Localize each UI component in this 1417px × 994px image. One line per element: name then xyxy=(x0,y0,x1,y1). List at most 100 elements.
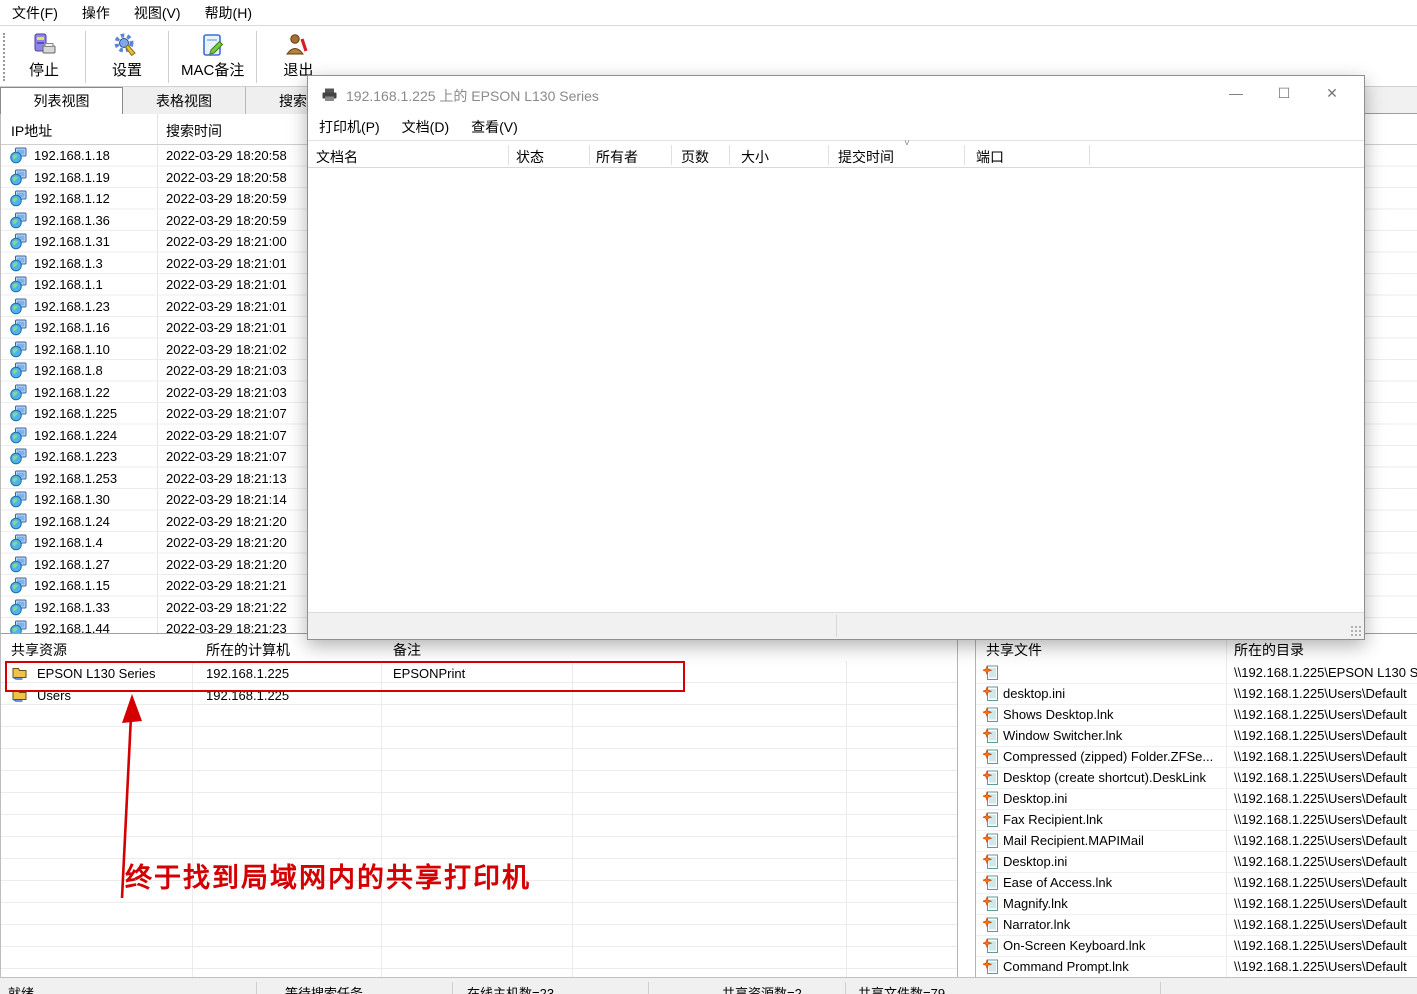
settings-icon xyxy=(113,33,141,59)
file-directory: \\192.168.1.225\Users\Default xyxy=(1234,791,1407,806)
column-header-pages[interactable]: 页数 xyxy=(681,147,709,167)
host-search-time: 2022-03-29 18:21:00 xyxy=(166,234,287,249)
settings-button[interactable]: 设置 xyxy=(90,31,164,82)
computer-icon xyxy=(10,169,27,186)
file-row[interactable]: Fax Recipient.lnk \\192.168.1.225\Users\… xyxy=(976,810,1417,831)
menu-action[interactable]: 操作 xyxy=(70,0,122,26)
host-ip: 192.168.1.23 xyxy=(34,299,110,314)
share-row[interactable]: Users 192.168.1.225 xyxy=(1,684,957,706)
file-name: Compressed (zipped) Folder.ZFSe... xyxy=(1003,749,1213,764)
stop-button[interactable]: 停止 xyxy=(7,31,81,82)
file-directory: \\192.168.1.225\Users\Default xyxy=(1234,770,1407,785)
mac-note-button[interactable]: MAC备注 xyxy=(173,31,252,82)
stop-button-label: 停止 xyxy=(29,59,59,80)
computer-icon xyxy=(10,384,27,401)
minimize-button[interactable]: — xyxy=(1212,78,1260,108)
column-header-file[interactable]: 共享文件 xyxy=(986,640,1042,660)
maximize-button[interactable]: ☐ xyxy=(1260,78,1308,108)
file-row[interactable]: Desktop.ini \\192.168.1.225\Users\Defaul… xyxy=(976,852,1417,873)
column-header-dir[interactable]: 所在的目录 xyxy=(1234,640,1304,660)
host-ip: 192.168.1.224 xyxy=(34,428,117,443)
file-row[interactable]: Desktop.ini \\192.168.1.225\Users\Defaul… xyxy=(976,789,1417,810)
file-directory: \\192.168.1.225\Users\Default xyxy=(1234,917,1407,932)
computer-icon xyxy=(10,427,27,444)
printer-window-statusbar xyxy=(308,612,1364,639)
column-header-note[interactable]: 备注 xyxy=(393,640,421,660)
shares-grid: EPSON L130 Series 192.168.1.225 EPSONPri… xyxy=(1,661,957,978)
shared-file-icon xyxy=(983,707,999,723)
column-header-share[interactable]: 共享资源 xyxy=(11,640,67,660)
host-search-time: 2022-03-29 18:21:03 xyxy=(166,363,287,378)
resize-grip[interactable] xyxy=(1350,625,1362,637)
file-row[interactable]: Narrator.lnk \\192.168.1.225\Users\Defau… xyxy=(976,915,1417,936)
host-ip: 192.168.1.1 xyxy=(34,277,103,292)
file-row[interactable]: Command Prompt.lnk \\192.168.1.225\Users… xyxy=(976,957,1417,978)
column-header-status[interactable]: 状态 xyxy=(516,147,544,167)
file-directory: \\192.168.1.225\Users\Default xyxy=(1234,896,1407,911)
file-directory: \\192.168.1.225\Users\Default xyxy=(1234,938,1407,953)
menu-document[interactable]: 文档(D) xyxy=(391,114,460,140)
toolbar-separator xyxy=(256,31,257,83)
menu-bar: 文件(F) 操作 视图(V) 帮助(H) xyxy=(0,0,1417,26)
column-separator xyxy=(671,145,672,165)
file-row[interactable]: On-Screen Keyboard.lnk \\192.168.1.225\U… xyxy=(976,936,1417,957)
column-header-port[interactable]: 端口 xyxy=(976,147,1004,167)
host-search-time: 2022-03-29 18:21:14 xyxy=(166,492,287,507)
file-name: Narrator.lnk xyxy=(1003,917,1070,932)
menu-view[interactable]: 视图(V) xyxy=(122,0,193,26)
column-separator xyxy=(846,661,847,978)
column-header-ip[interactable]: IP地址 xyxy=(11,121,52,141)
file-row[interactable]: desktop.ini \\192.168.1.225\Users\Defaul… xyxy=(976,684,1417,705)
file-row[interactable]: Compressed (zipped) Folder.ZFSe... \\192… xyxy=(976,747,1417,768)
menu-help[interactable]: 帮助(H) xyxy=(193,0,264,26)
computer-icon xyxy=(10,534,27,551)
host-ip: 192.168.1.10 xyxy=(34,342,110,357)
file-row[interactable]: Mail Recipient.MAPIMail \\192.168.1.225\… xyxy=(976,831,1417,852)
host-ip: 192.168.1.44 xyxy=(34,621,110,633)
column-separator xyxy=(192,661,193,978)
column-header-submitted[interactable]: 提交时间 xyxy=(838,147,894,167)
menu-view[interactable]: 查看(V) xyxy=(460,114,529,140)
column-header-owner[interactable]: 所有者 xyxy=(596,147,638,167)
shared-file-icon xyxy=(983,917,999,933)
host-search-time: 2022-03-29 18:21:01 xyxy=(166,299,287,314)
file-directory: \\192.168.1.225\Users\Default xyxy=(1234,707,1407,722)
file-row[interactable]: Window Switcher.lnk \\192.168.1.225\User… xyxy=(976,726,1417,747)
file-row[interactable]: Ease of Access.lnk \\192.168.1.225\Users… xyxy=(976,873,1417,894)
menu-printer[interactable]: 打印机(P) xyxy=(308,114,391,140)
file-name: Mail Recipient.MAPIMail xyxy=(1003,833,1144,848)
file-row[interactable]: Shows Desktop.lnk \\192.168.1.225\Users\… xyxy=(976,705,1417,726)
file-row[interactable]: Desktop (create shortcut).DeskLink \\192… xyxy=(976,768,1417,789)
column-header-size[interactable]: 大小 xyxy=(741,147,769,167)
tab-table-view[interactable]: 表格视图 xyxy=(123,87,246,114)
column-separator xyxy=(572,661,573,978)
printer-queue-header: 文档名 状态 所有者 页数 大小 提交时间 端口 ˅ xyxy=(308,140,1364,168)
file-name: Desktop (create shortcut).DeskLink xyxy=(1003,770,1206,785)
shared-file-icon xyxy=(983,686,999,702)
menu-file[interactable]: 文件(F) xyxy=(0,0,70,26)
file-directory: \\192.168.1.225\Users\Default xyxy=(1234,854,1407,869)
column-separator xyxy=(381,661,382,978)
file-row[interactable]: Magnify.lnk \\192.168.1.225\Users\Defaul… xyxy=(976,894,1417,915)
tab-list-view[interactable]: 列表视图 xyxy=(0,87,123,114)
share-row[interactable]: EPSON L130 Series 192.168.1.225 EPSONPri… xyxy=(1,662,957,684)
host-ip: 192.168.1.31 xyxy=(34,234,110,249)
host-search-time: 2022-03-29 18:21:20 xyxy=(166,535,287,550)
close-button[interactable]: ✕ xyxy=(1308,78,1356,108)
computer-icon xyxy=(10,362,27,379)
host-search-time: 2022-03-29 18:21:13 xyxy=(166,471,287,486)
host-ip: 192.168.1.15 xyxy=(34,578,110,593)
file-directory: \\192.168.1.225\Users\Default xyxy=(1234,959,1407,974)
computer-icon xyxy=(10,298,27,315)
shared-file-icon xyxy=(983,833,999,849)
printer-window-titlebar[interactable]: 192.168.1.225 上的 EPSON L130 Series — ☐ ✕ xyxy=(308,76,1364,114)
column-header-computer[interactable]: 所在的计算机 xyxy=(206,640,290,660)
host-search-time: 2022-03-29 18:21:01 xyxy=(166,256,287,271)
status-separator xyxy=(836,615,837,637)
host-ip: 192.168.1.18 xyxy=(34,148,110,163)
file-row[interactable]: \\192.168.1.225\EPSON L130 S xyxy=(976,663,1417,684)
column-header-docname[interactable]: 文档名 xyxy=(316,147,358,167)
file-directory: \\192.168.1.225\Users\Default xyxy=(1234,875,1407,890)
share-note: EPSONPrint xyxy=(393,666,465,681)
column-header-time[interactable]: 搜索时间 xyxy=(166,121,222,141)
